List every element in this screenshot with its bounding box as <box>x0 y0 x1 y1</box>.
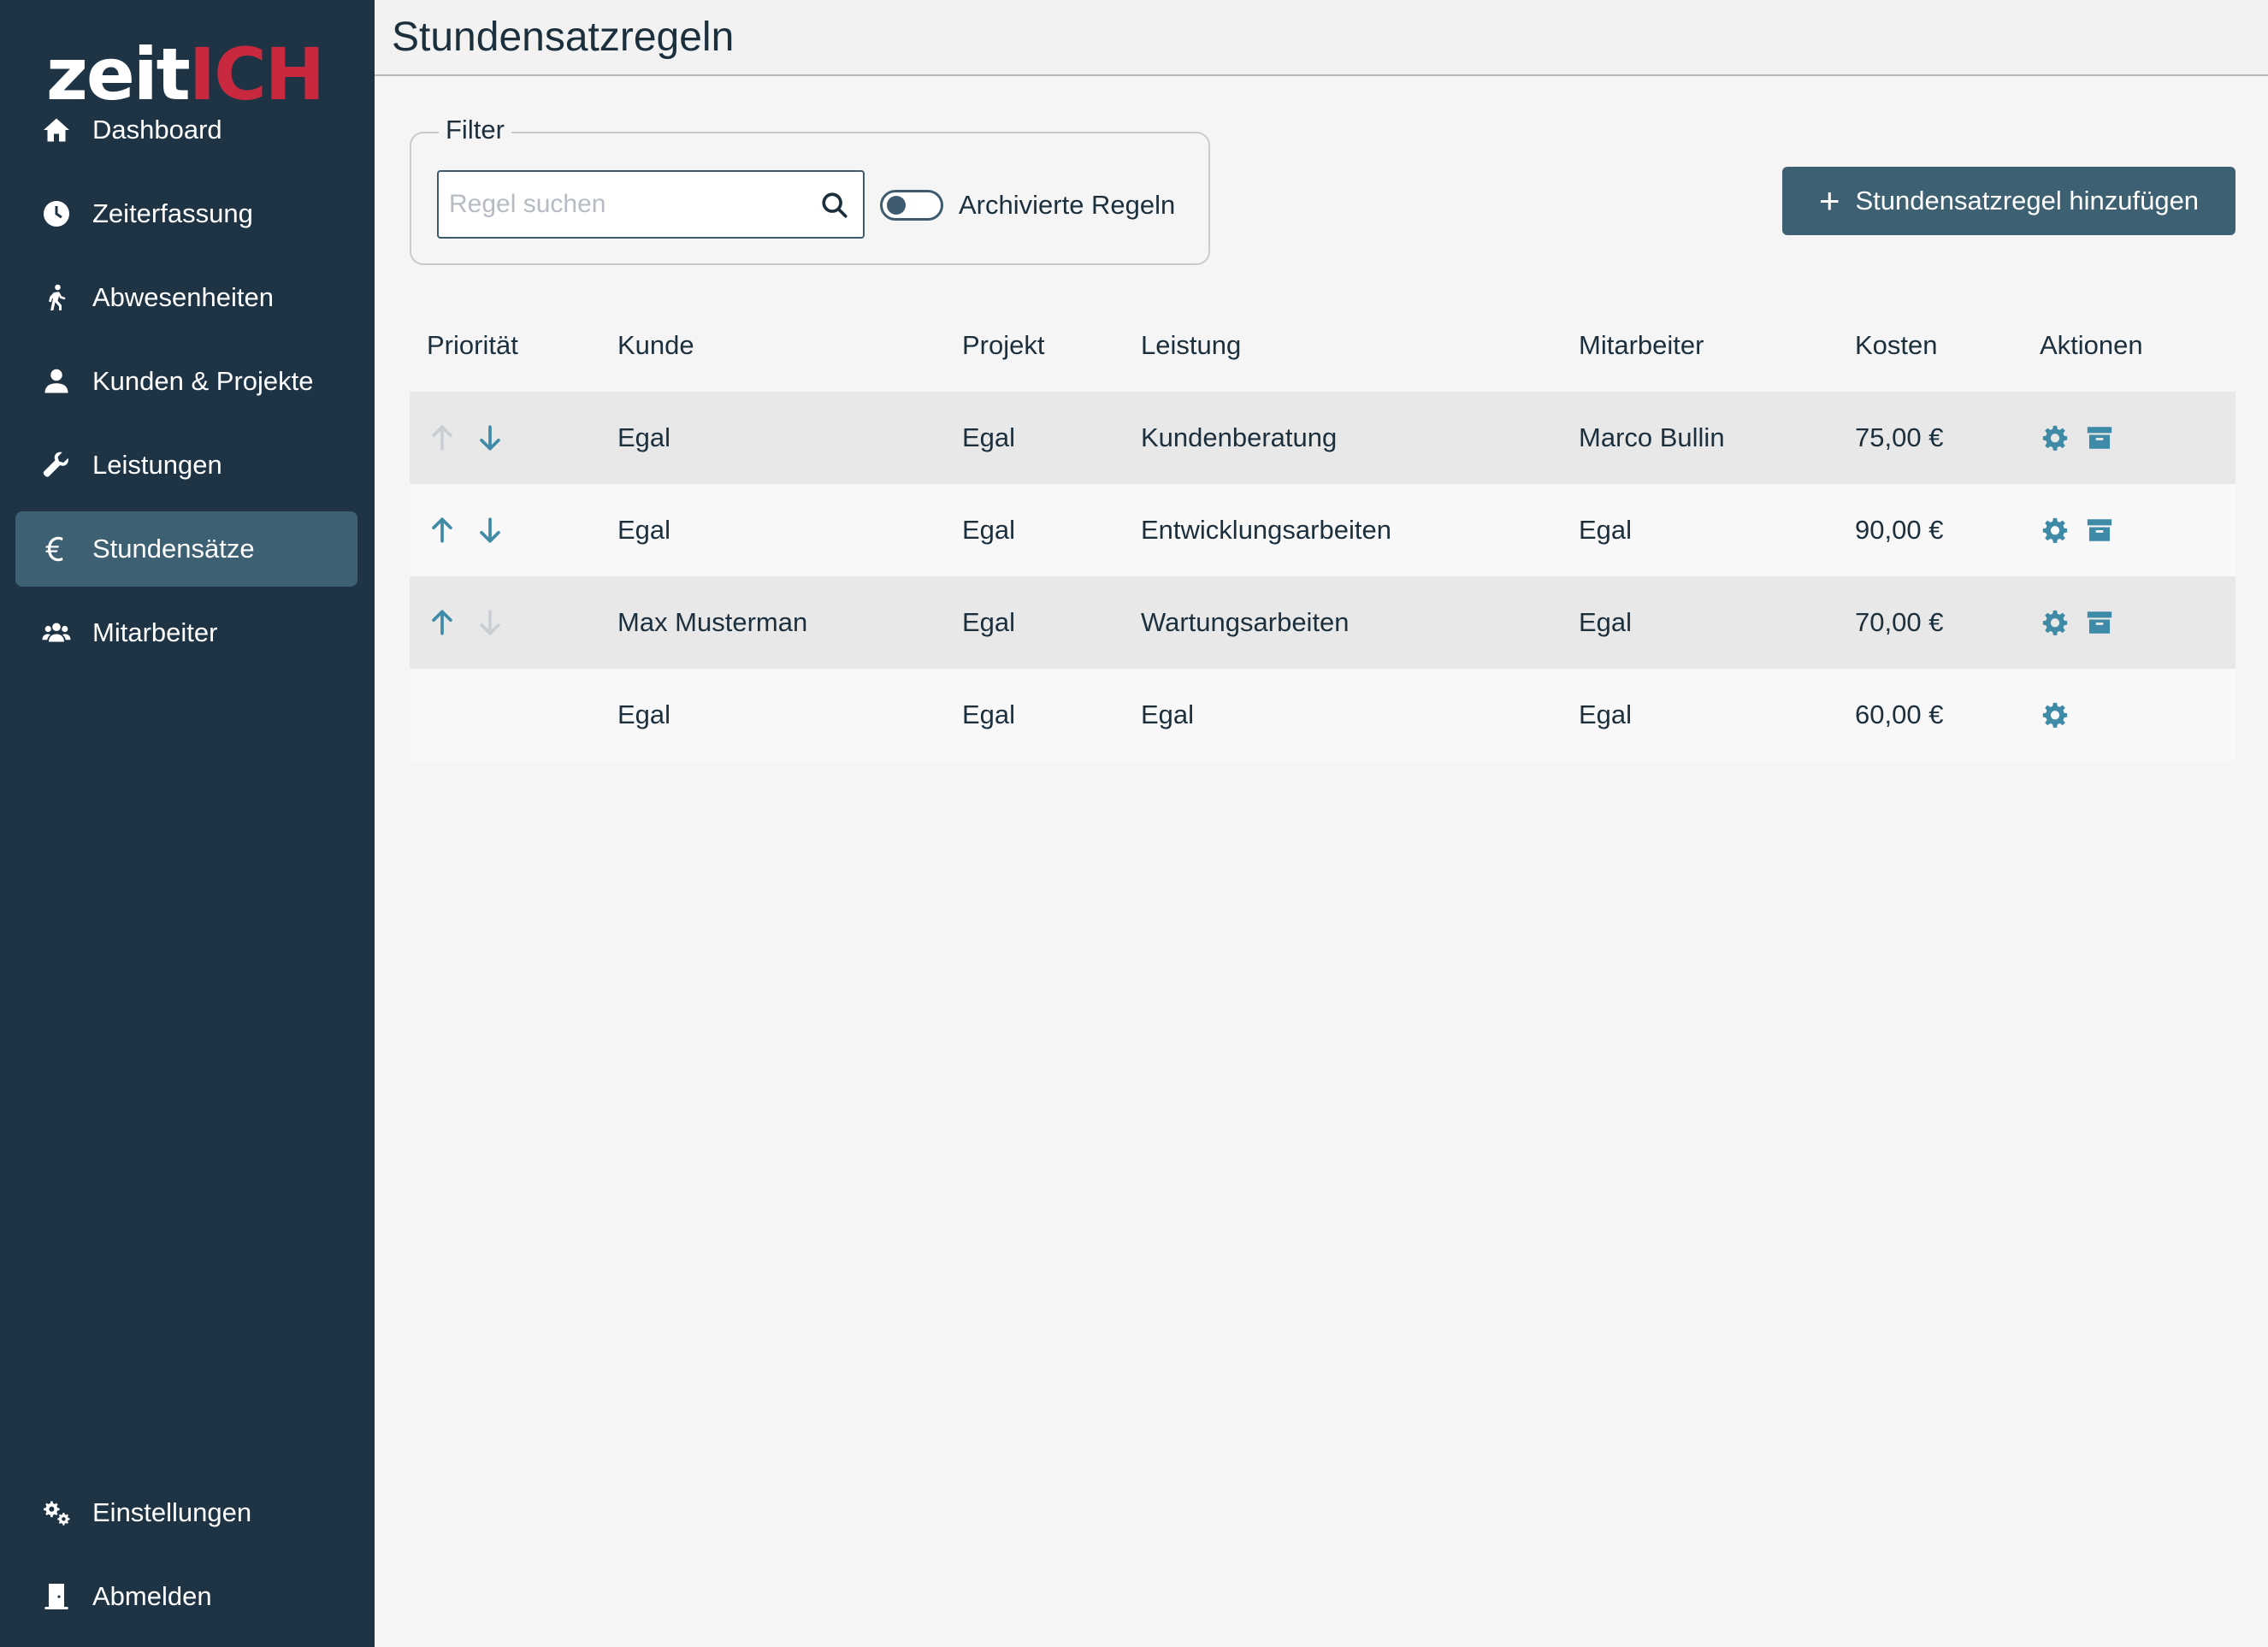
cell-leistung: Kundenberatung <box>1141 422 1338 452</box>
user-icon <box>39 364 74 398</box>
cell-kosten: 60,00 € <box>1855 700 1944 729</box>
sidebar-bottom-nav: Einstellungen Abmelden <box>15 1475 357 1643</box>
sidebar-item-label: Dashboard <box>92 115 222 145</box>
cell-aktionen <box>2040 484 2129 576</box>
wrench-icon <box>39 448 74 482</box>
search-icon[interactable] <box>820 191 849 220</box>
sidebar-item-abmelden[interactable]: Abmelden <box>15 1559 357 1634</box>
cell-mitarbeiter: Marco Bullin <box>1579 422 1725 452</box>
cell-mitarbeiter: Egal <box>1579 607 1633 637</box>
sidebar-item-label: Stundensätze <box>92 534 255 564</box>
move-up-icon <box>427 422 458 453</box>
cell-projekt: Egal <box>962 700 1016 729</box>
table-row: Egal Egal Kundenberatung Marco Bullin 75… <box>410 392 2236 484</box>
sidebar-item-zeiterfassung[interactable]: Zeiterfassung <box>15 176 357 251</box>
column-header-projekt[interactable]: Projekt <box>962 330 1044 361</box>
archive-icon[interactable] <box>2084 607 2115 638</box>
priority-cell <box>427 484 523 576</box>
sidebar: zeitICH Dashboard Zeiterfassung Abwesenh… <box>0 0 375 1647</box>
gear-icon[interactable] <box>2040 422 2070 453</box>
table-header: Priorität Kunde Projekt Leistung Mitarbe… <box>410 298 2236 392</box>
cell-kunde: Max Musterman <box>617 607 808 637</box>
gear-icon[interactable] <box>2040 607 2070 638</box>
sidebar-item-label: Zeiterfassung <box>92 198 253 228</box>
sidebar-item-leistungen[interactable]: Leistungen <box>15 428 357 503</box>
cell-mitarbeiter: Egal <box>1579 700 1633 729</box>
search-input[interactable] <box>449 172 808 237</box>
archived-rules-label[interactable]: Archivierte Regeln <box>959 190 1175 221</box>
column-header-prioritaet[interactable]: Priorität <box>427 330 518 361</box>
sidebar-item-label: Leistungen <box>92 450 222 480</box>
sidebar-item-label: Abmelden <box>92 1581 212 1611</box>
table-row: Egal Egal Entwicklungsarbeiten Egal 90,0… <box>410 484 2236 576</box>
cell-kosten: 75,00 € <box>1855 422 1944 452</box>
filter-panel: Filter Archivierte Regeln <box>410 115 1210 265</box>
gear-icon[interactable] <box>2040 700 2070 730</box>
toggle-knob <box>887 196 906 215</box>
gear-icon[interactable] <box>2040 515 2070 546</box>
priority-cell <box>427 576 523 669</box>
column-header-kosten[interactable]: Kosten <box>1855 330 1938 361</box>
sidebar-item-label: Einstellungen <box>92 1497 252 1527</box>
cell-leistung: Entwicklungsarbeiten <box>1141 515 1391 545</box>
column-header-aktionen: Aktionen <box>2040 330 2143 360</box>
archive-icon[interactable] <box>2084 422 2115 453</box>
column-header-leistung[interactable]: Leistung <box>1141 330 1241 361</box>
column-header-kunde[interactable]: Kunde <box>617 330 694 361</box>
cell-mitarbeiter: Egal <box>1579 515 1633 545</box>
sidebar-nav: Dashboard Zeiterfassung Abwesenheiten Ku… <box>15 92 357 679</box>
sidebar-item-abwesenheiten[interactable]: Abwesenheiten <box>15 260 357 335</box>
page-header: Stundensatzregeln <box>375 0 2268 76</box>
gears-icon <box>39 1496 74 1530</box>
sidebar-item-stundensaetze[interactable]: Stundensätze <box>15 511 357 587</box>
cell-leistung: Egal <box>1141 700 1195 729</box>
filter-legend: Filter <box>439 115 511 145</box>
add-button-label: Stundensatzregel hinzufügen <box>1855 186 2200 215</box>
walking-icon <box>39 280 74 315</box>
sidebar-item-label: Mitarbeiter <box>92 617 218 647</box>
cell-leistung: Wartungsarbeiten <box>1141 607 1350 637</box>
sidebar-item-mitarbeiter[interactable]: Mitarbeiter <box>15 595 357 670</box>
users-icon <box>39 616 74 650</box>
cell-aktionen <box>2040 576 2129 669</box>
sidebar-item-label: Kunden & Projekte <box>92 366 314 396</box>
archived-rules-toggle[interactable] <box>880 190 943 221</box>
rate-rules-table: Priorität Kunde Projekt Leistung Mitarbe… <box>410 298 2236 761</box>
door-icon <box>39 1579 74 1614</box>
cell-aktionen <box>2040 392 2129 484</box>
cell-kunde: Egal <box>617 700 671 729</box>
home-icon <box>39 113 74 147</box>
move-down-icon[interactable] <box>475 515 505 546</box>
sidebar-item-label: Abwesenheiten <box>92 282 274 312</box>
cell-projekt: Egal <box>962 515 1016 545</box>
cell-kosten: 90,00 € <box>1855 515 1944 545</box>
euro-icon <box>39 532 74 566</box>
sidebar-item-einstellungen[interactable]: Einstellungen <box>15 1475 357 1550</box>
archive-icon[interactable] <box>2084 515 2115 546</box>
clock-icon <box>39 197 74 231</box>
cell-projekt: Egal <box>962 607 1016 637</box>
column-header-mitarbeiter[interactable]: Mitarbeiter <box>1579 330 1704 361</box>
page-title: Stundensatzregeln <box>392 15 735 60</box>
cell-kunde: Egal <box>617 515 671 545</box>
table-row: Egal Egal Egal Egal 60,00 € <box>410 669 2236 761</box>
move-up-icon[interactable] <box>427 515 458 546</box>
cell-projekt: Egal <box>962 422 1016 452</box>
plus-icon: + <box>1818 180 1840 221</box>
cell-kosten: 70,00 € <box>1855 607 1944 637</box>
table-row: Max Musterman Egal Wartungsarbeiten Egal… <box>410 576 2236 669</box>
move-down-icon <box>475 607 505 638</box>
search-box <box>437 170 865 239</box>
add-rate-rule-button[interactable]: + Stundensatzregel hinzufügen <box>1782 167 2236 235</box>
sidebar-item-dashboard[interactable]: Dashboard <box>15 92 357 168</box>
move-down-icon[interactable] <box>475 422 505 453</box>
cell-aktionen <box>2040 669 2084 761</box>
cell-kunde: Egal <box>617 422 671 452</box>
sidebar-item-kunden-projekte[interactable]: Kunden & Projekte <box>15 344 357 419</box>
priority-cell <box>427 392 523 484</box>
move-up-icon[interactable] <box>427 607 458 638</box>
